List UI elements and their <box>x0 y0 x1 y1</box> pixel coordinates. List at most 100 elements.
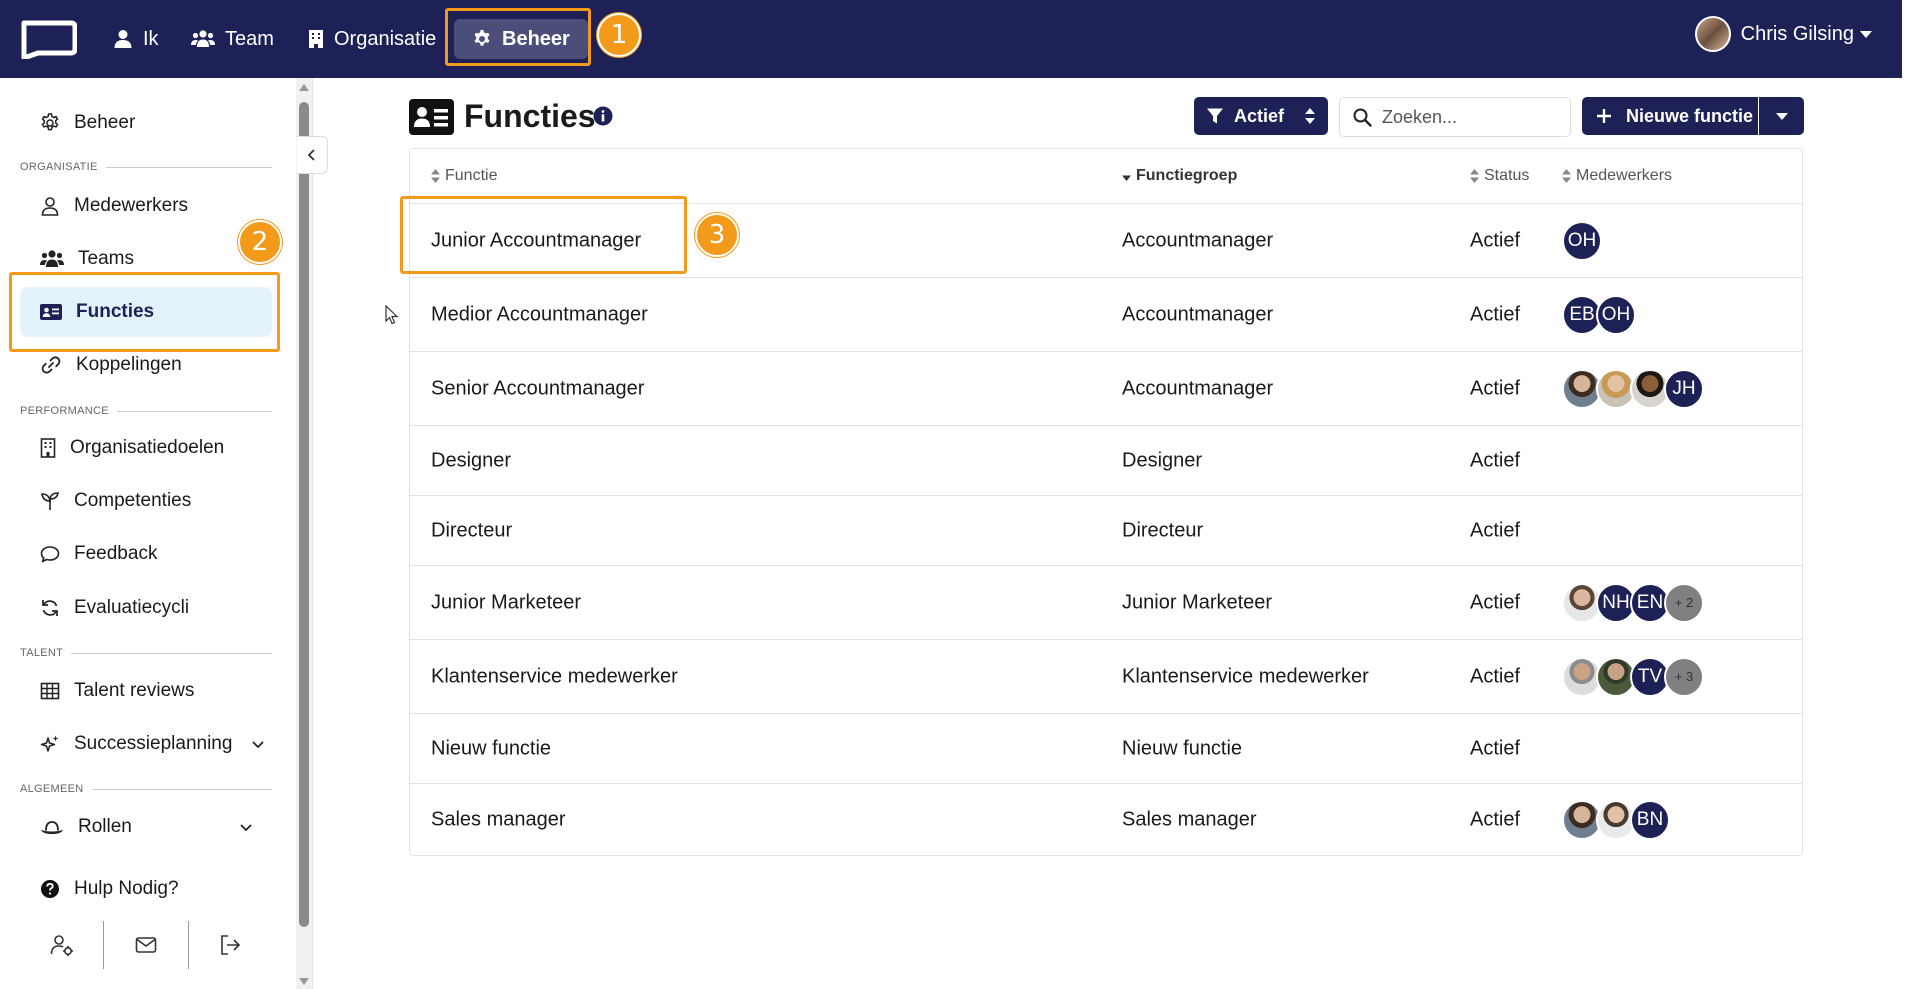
chevron-down-icon <box>240 824 252 832</box>
sidebar-item-label: Rollen <box>78 816 132 837</box>
nav-label: Ik <box>143 27 159 50</box>
sidebar-item-feedback[interactable]: Feedback <box>20 529 272 579</box>
function-group: Sales manager <box>1122 808 1257 831</box>
logout-icon <box>221 935 241 955</box>
status-text: Actief <box>1470 377 1521 399</box>
sidebar-section-title: TALENT <box>20 647 272 659</box>
column-header-functiegroep[interactable]: Functiegroep <box>1122 167 1237 185</box>
sidebar-item-label: Competenties <box>74 490 192 511</box>
sidebar-item-label: Functies <box>76 301 155 322</box>
collapse-sidebar-button[interactable] <box>297 136 328 174</box>
sidebar-item-evaluatiecycli[interactable]: Evaluatiecycli <box>20 583 272 633</box>
grid-icon <box>40 682 60 700</box>
search-box[interactable] <box>1339 97 1571 137</box>
scroll-up-icon[interactable] <box>299 84 309 91</box>
function-group: Accountmanager <box>1122 377 1274 399</box>
user-icon <box>114 30 132 48</box>
more-avatars-badge[interactable]: + 2 <box>1664 582 1704 623</box>
function-name[interactable]: Nieuw functie <box>431 737 551 760</box>
gear-icon <box>474 30 490 46</box>
logout-button[interactable] <box>187 921 272 969</box>
scrollbar-thumb[interactable] <box>299 102 309 927</box>
status-text: Actief <box>1470 808 1521 831</box>
table-row[interactable]: Medior Accountmanager Accountmanager Act… <box>410 278 1802 352</box>
chevron-down-icon <box>252 741 265 749</box>
user-menu[interactable]: Chris Gilsing <box>1694 16 1872 52</box>
function-name[interactable]: Designer <box>431 449 511 472</box>
table-row[interactable]: Sales manager Sales manager Actief BN <box>410 784 1802 856</box>
sidebar-item-help[interactable]: Hulp Nodig? <box>20 864 272 914</box>
new-function-dropdown-toggle[interactable] <box>1759 97 1804 135</box>
sidebar-item-label: Koppelingen <box>76 354 182 375</box>
sort-icon <box>431 169 440 183</box>
mail-button[interactable] <box>103 921 187 969</box>
function-name[interactable]: Medior Accountmanager <box>431 303 648 326</box>
sidebar-section-title: PERFORMANCE <box>20 405 272 417</box>
function-group: Klantenservice medewerker <box>1122 665 1369 687</box>
column-header-status[interactable]: Status <box>1470 167 1529 185</box>
table-row[interactable]: Senior Accountmanager Accountmanager Act… <box>410 352 1802 426</box>
column-header-label: Functie <box>445 167 498 184</box>
more-avatars-badge[interactable]: + 3 <box>1664 656 1704 697</box>
column-header-medewerkers[interactable]: Medewerkers <box>1562 167 1672 185</box>
function-name[interactable]: Junior Marketeer <box>431 591 581 614</box>
app-logo-icon[interactable] <box>18 19 77 59</box>
callout-badge: 1 <box>597 13 641 57</box>
status-text: Actief <box>1470 303 1521 325</box>
chat-icon <box>40 546 60 563</box>
user-settings-icon <box>50 935 73 956</box>
sidebar-item-teams[interactable]: Teams <box>20 234 272 284</box>
function-name[interactable]: Sales manager <box>431 809 566 832</box>
status-text: Actief <box>1470 737 1521 759</box>
status-text: Actief <box>1470 229 1521 251</box>
nav-beheer[interactable]: Beheer <box>454 19 588 59</box>
mouse-cursor-icon <box>385 305 399 325</box>
table-row[interactable]: Nieuw functie Nieuw functie Actief <box>410 714 1802 784</box>
user-icon <box>41 197 59 216</box>
search-input[interactable] <box>1382 106 1552 128</box>
avatar[interactable]: JH <box>1664 368 1704 409</box>
table-row[interactable]: Designer Designer Actief <box>410 426 1802 496</box>
avatar[interactable]: OH <box>1562 220 1602 261</box>
sort-desc-icon <box>1122 175 1131 181</box>
table-row[interactable]: Klantenservice medewerker Klantenservice… <box>410 640 1802 714</box>
sidebar-item-organisatiedoelen[interactable]: Organisatiedoelen <box>20 423 272 473</box>
function-name[interactable]: Junior Accountmanager <box>431 229 641 252</box>
status-filter-button[interactable]: Actief <box>1194 97 1328 135</box>
nav-team[interactable]: Team <box>191 20 274 58</box>
nav-organisatie[interactable]: Organisatie <box>308 20 436 58</box>
nav-ik[interactable]: Ik <box>113 20 159 58</box>
avatar[interactable]: BN <box>1630 800 1670 840</box>
column-header-label: Status <box>1484 167 1530 184</box>
sidebar-item-talent-reviews[interactable]: Talent reviews <box>20 666 272 716</box>
sidebar-item-successieplanning[interactable]: Successieplanning <box>20 719 272 769</box>
user-settings-button[interactable] <box>20 921 103 969</box>
sidebar-item-medewerkers[interactable]: Medewerkers <box>20 181 272 231</box>
scroll-down-icon[interactable] <box>299 978 309 985</box>
info-icon[interactable] <box>593 106 613 126</box>
status-text: Actief <box>1470 519 1521 541</box>
table-row[interactable]: Directeur Directeur Actief <box>410 496 1802 566</box>
users-icon <box>40 250 64 267</box>
sidebar-item-functies[interactable]: Functies <box>20 287 272 337</box>
functions-table: Functie Functiegroep Status Medewerkers … <box>409 148 1803 856</box>
sidebar-item-competenties[interactable]: Competenties <box>20 476 272 526</box>
table-row[interactable]: Junior Accountmanager Accountmanager Act… <box>410 204 1802 278</box>
sidebar-item-label: Organisatiedoelen <box>70 437 225 458</box>
sidebar-item-koppelingen[interactable]: Koppelingen <box>20 340 272 390</box>
table-row[interactable]: Junior Marketeer Junior Marketeer Actief… <box>410 566 1802 640</box>
sidebar-item-label: Beheer <box>74 112 136 133</box>
sidebar-item-label: Hulp Nodig? <box>74 878 179 899</box>
sidebar-item-rollen[interactable]: Rollen <box>20 802 272 852</box>
function-group: Accountmanager <box>1122 229 1274 251</box>
function-group: Junior Marketeer <box>1122 591 1273 613</box>
avatar[interactable]: OH <box>1596 294 1636 335</box>
function-name[interactable]: Klantenservice medewerker <box>431 665 678 688</box>
column-header-functie[interactable]: Functie <box>431 167 497 185</box>
sidebar-scrollbar[interactable] <box>296 78 312 989</box>
callout-badge: 2 <box>238 220 282 264</box>
function-name[interactable]: Directeur <box>431 519 512 542</box>
function-name[interactable]: Senior Accountmanager <box>431 377 644 400</box>
sidebar-item-beheer[interactable]: Beheer <box>20 98 272 148</box>
new-function-button[interactable]: Nieuwe functie <box>1582 97 1758 135</box>
